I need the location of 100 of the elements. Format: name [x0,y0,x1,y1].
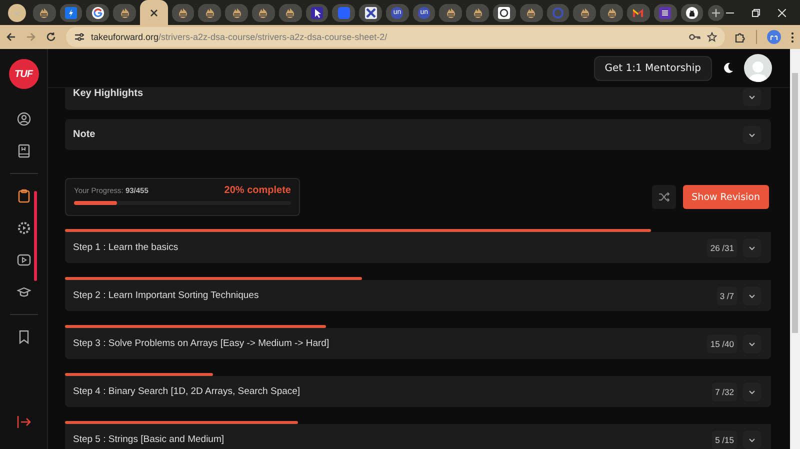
chevron-down-icon [748,340,756,348]
step-card[interactable]: Step 3 : Solve Problems on Arrays [Easy -> Medium -> Hard] 15 /40 [65,328,771,359]
clipboard-icon [18,189,30,203]
site-logo[interactable]: TUF [8,59,38,89]
chevron-down-icon [12,8,21,16]
shuffle-button[interactable] [652,185,676,209]
expand-button[interactable] [743,430,761,448]
back-icon[interactable] [6,32,16,42]
close-icon[interactable] [148,8,159,18]
accordion-card[interactable]: Key Highlights [65,88,771,110]
expand-button[interactable] [743,334,761,352]
sidebar-scroll-thumb[interactable] [34,191,37,281]
cross-logo-icon [364,6,377,18]
graduation-cap-icon [16,286,30,298]
puzzle-icon[interactable] [735,32,746,42]
avatar-button[interactable] [744,54,772,82]
step-title: Step 5 : Strings [Basic and Medium] [73,434,226,445]
browser-tab[interactable] [439,4,462,22]
browser-tab[interactable] [680,4,704,22]
shuffle-icon [658,192,670,202]
browser-tab[interactable] [493,4,516,22]
expand-button[interactable] [743,238,761,256]
step-count: 5 /15 [712,430,737,448]
expand-button[interactable] [743,126,761,144]
step-card[interactable]: Step 2 : Learn Important Sorting Techniques 3 /7 [65,280,771,311]
browser-tab[interactable] [32,4,56,22]
chevron-down-icon [748,292,756,300]
logout-icon [16,416,30,428]
moon-icon [722,62,734,74]
chevron-down-icon [748,436,756,444]
reload-icon[interactable] [46,32,56,42]
gear-icon [16,221,30,235]
flame-logo-icon [204,6,216,18]
browser-tab[interactable] [252,4,275,22]
step-title: Step 4 : Binary Search [1D, 2D Arrays, Search Space] [73,386,302,397]
square-icon [338,6,350,18]
flame-logo-icon [525,6,538,18]
step-count: 26 /31 [707,238,737,256]
video-icon [16,254,30,266]
browser-tab[interactable] [520,4,543,22]
chevron-down-icon [748,93,756,101]
browser-tab[interactable] [140,0,168,25]
star-icon[interactable] [707,32,717,42]
show-revision-button[interactable]: Show Revision [682,185,769,209]
browser-tab[interactable] [626,4,650,22]
book-icon [18,144,30,158]
url-text: takeuforward.org/strivers-a2z-dsa-course/strivers-a2z-dsa-course-sheet-2/ [91,32,388,42]
logout-button[interactable] [16,416,30,431]
flame-logo-icon [118,6,131,18]
sidebar-item[interactable] [14,252,32,268]
step-count: 15 /40 [707,334,737,352]
step-count: 7 /32 [712,382,737,400]
scroll-thumb[interactable] [792,73,798,333]
browser-tab[interactable] [198,4,222,22]
page-scrollbar[interactable] [790,49,800,449]
restore-icon[interactable] [752,8,760,16]
expand-button[interactable] [743,382,761,400]
browser-tab[interactable] [172,4,194,22]
chevron-down-icon [748,244,756,252]
bookmark-icon [18,330,30,344]
ring-icon [552,6,564,18]
flame-logo-icon [230,6,243,18]
step-title: Step 1 : Learn the basics [73,242,180,253]
flame-logo-icon [38,6,50,18]
browser-tab[interactable] [306,4,328,22]
section-title: Key Highlights [73,88,144,99]
flame-logo-icon [284,6,296,18]
key-icon[interactable] [689,33,701,41]
step-card[interactable]: Step 4 : Binary Search [1D, 2D Arrays, Search Space] 7 /32 [65,376,771,407]
flame-logo-icon [472,6,484,18]
step-card[interactable]: Step 1 : Learn the basics 26 /31 [65,232,771,263]
list-icon [659,6,672,18]
expand-button[interactable] [743,286,761,304]
browser-tab[interactable] [359,4,382,22]
site-settings-icon[interactable] [74,32,85,42]
browser-tab[interactable] [654,4,677,22]
browser-tab[interactable] [86,4,110,22]
browser-tab[interactable] [60,4,82,22]
new-tab-button[interactable] [708,4,724,20]
profile-button[interactable] [767,30,781,44]
sidebar-item[interactable] [14,111,32,127]
mentorship-button[interactable]: Get 1:1 Mentorship [594,56,712,80]
theme-toggle[interactable] [722,62,734,74]
browser-tab[interactable] [573,4,596,22]
menu-icon[interactable] [791,32,794,42]
browser-tab[interactable] [600,4,623,22]
progress-percent: 20% complete [224,185,291,196]
chevron-down-icon [748,130,756,138]
cursor-icon [310,6,323,18]
expand-button[interactable] [743,88,761,106]
browser-tab[interactable] [113,4,136,22]
accordion-card[interactable]: Note [65,119,771,150]
browser-tab[interactable] [278,4,302,22]
section-title: Note [73,129,96,140]
browser-tab[interactable] [466,4,490,22]
address-bar[interactable]: takeuforward.org/strivers-a2z-dsa-course/strivers-a2z-dsa-course-sheet-2/ [66,27,725,47]
flame-logo-icon [578,6,591,18]
tab-search-button[interactable] [8,4,26,22]
browser-tab[interactable] [225,4,248,22]
step-card[interactable]: Step 5 : Strings [Basic and Medium] 5 /15 [65,424,771,449]
